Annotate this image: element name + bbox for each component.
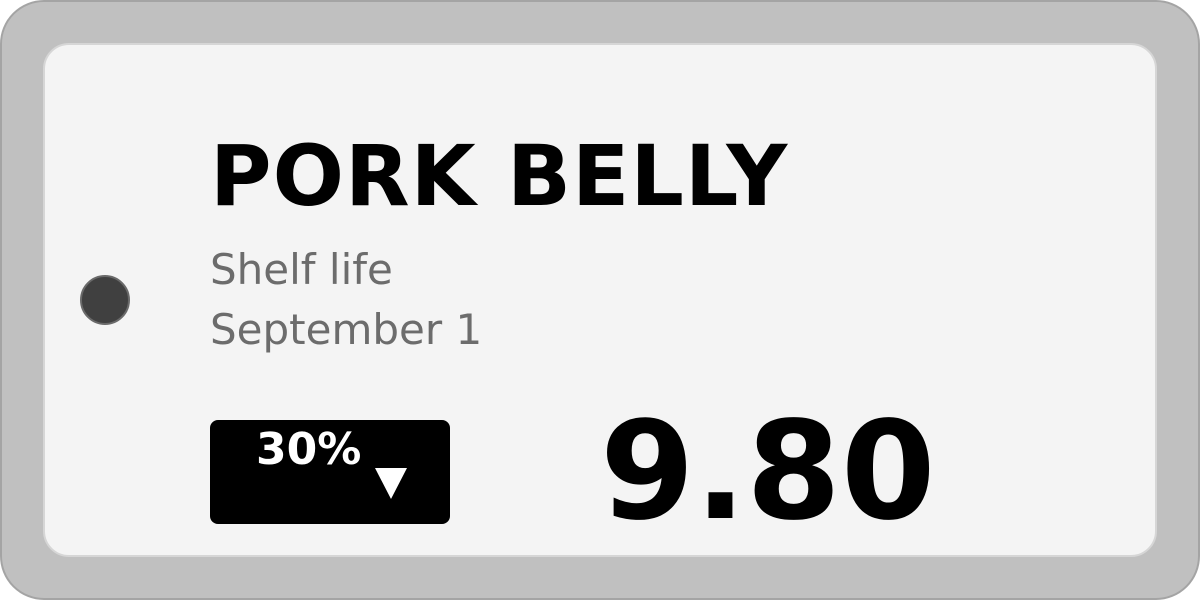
discount-badge: 30% (210, 420, 450, 524)
shelf-life-date: September 1 (210, 305, 483, 354)
status-indicator (80, 275, 130, 325)
price: 9.80 (600, 393, 936, 551)
shelf-life-label: Shelf life (210, 245, 393, 294)
down-arrow-icon (375, 468, 407, 499)
discount-percent: 30% (256, 424, 362, 475)
product-name: PORK BELLY (210, 127, 789, 225)
